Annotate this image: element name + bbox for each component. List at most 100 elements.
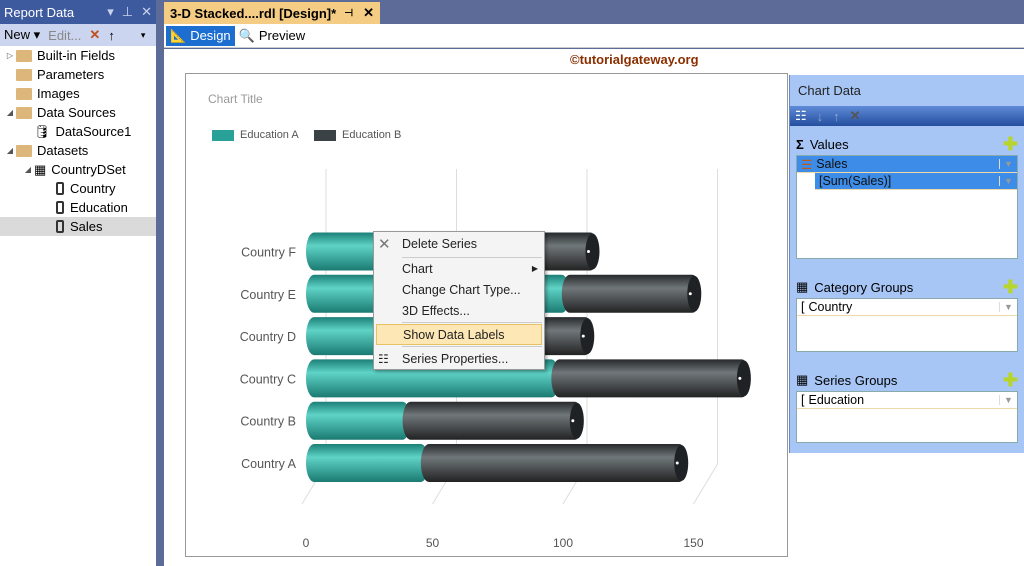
data-point-marker xyxy=(675,461,679,465)
close-icon[interactable]: ✕ xyxy=(141,4,152,20)
properties-icon[interactable]: ☷ xyxy=(795,108,807,124)
category-row[interactable]: [Country ▼ xyxy=(797,299,1017,316)
pin-icon[interactable]: ⊥ xyxy=(122,4,133,20)
move-up-icon[interactable]: ↑ xyxy=(833,109,840,124)
watermark: ©tutorialgateway.org xyxy=(570,52,699,67)
add-series-icon[interactable]: ✚ xyxy=(1003,370,1018,391)
more-icon[interactable]: ▾ xyxy=(141,30,146,41)
data-point-marker xyxy=(571,419,575,423)
value-row[interactable]: ☰ Sales ▼ xyxy=(797,156,1017,173)
category-groups-section: ▦ Category Groups ✚ [Country ▼ xyxy=(796,276,1018,352)
tree-item[interactable]: ◢ ▦ CountryDSet xyxy=(0,160,156,179)
tree-item[interactable]: ◢ Datasets xyxy=(0,141,156,160)
bar-education-a[interactable] xyxy=(306,444,429,482)
gridline xyxy=(693,463,718,505)
menu-chart[interactable]: Chart ▶ xyxy=(374,258,544,279)
pin-icon[interactable]: ⊣ xyxy=(344,8,353,19)
add-category-icon[interactable]: ✚ xyxy=(1003,277,1018,298)
x-tick-label: 100 xyxy=(553,536,573,550)
group-icon: [ xyxy=(801,393,805,407)
new-button[interactable]: New ▾ xyxy=(4,27,40,43)
y-tick-label: Country E xyxy=(240,288,296,302)
bar-education-b[interactable] xyxy=(402,401,583,440)
series-row[interactable]: [Education ▼ xyxy=(797,392,1017,409)
chart-data-title: Chart Data xyxy=(798,83,861,98)
database-icon: 🛢 xyxy=(34,123,51,139)
bar-education-b[interactable] xyxy=(551,359,750,398)
report-data-tree: ▷ Built-in Fields Parameters Images ◢ Data So… xyxy=(0,46,156,236)
x-tick-label: 150 xyxy=(683,536,703,550)
panel-title: Report Data xyxy=(4,4,75,20)
table-icon: ▦ xyxy=(34,161,47,177)
chart-data-toolbar: ☷ ↓ ↑ ✕ xyxy=(790,106,1024,126)
folder-icon xyxy=(16,144,32,157)
field-icon: ☰ xyxy=(801,157,813,172)
properties-icon: ☷ xyxy=(378,351,389,366)
edit-button[interactable]: Edit... xyxy=(48,28,81,43)
report-data-panel: Report Data ▾ ⊥ ✕ New ▾ Edit... ✕ ↑ ▾ ▷ B… xyxy=(0,0,156,566)
expand-icon[interactable]: ◢ xyxy=(4,108,16,117)
tree-item[interactable]: Images xyxy=(0,84,156,103)
splitter[interactable] xyxy=(156,0,164,566)
tab-preview[interactable]: 🔍 Preview xyxy=(235,26,309,46)
folder-icon xyxy=(16,68,32,81)
delete-icon[interactable]: ✕ xyxy=(89,27,100,43)
add-value-icon[interactable]: ✚ xyxy=(1003,134,1018,155)
bar-education-b[interactable] xyxy=(561,274,701,313)
menu-change-chart-type[interactable]: Change Chart Type... xyxy=(374,279,544,300)
x-tick-label: 50 xyxy=(426,536,440,550)
delete-icon: ✕ xyxy=(378,235,391,253)
expand-icon[interactable]: ▷ xyxy=(4,51,16,60)
data-point-marker xyxy=(688,292,692,296)
chart-data-panel: Chart Data ☷ ↓ ↑ ✕ Σ Values ✚ ☰ Sales ▼ [Sum… xyxy=(789,75,1024,453)
folder-icon xyxy=(16,106,32,119)
expand-icon[interactable]: ◢ xyxy=(4,146,16,155)
x-tick-label: 0 xyxy=(303,536,310,550)
data-point-marker xyxy=(581,334,585,338)
menu-3d-effects[interactable]: 3D Effects... xyxy=(374,300,544,321)
move-down-icon[interactable]: ↓ xyxy=(817,109,824,124)
dropdown-icon[interactable]: ▾ xyxy=(107,4,114,20)
series-groups-section: ▦ Series Groups ✚ [Education ▼ xyxy=(796,369,1018,443)
menu-series-properties[interactable]: ☷ Series Properties... xyxy=(374,348,544,369)
submenu-arrow-icon: ▶ xyxy=(531,264,538,273)
panel-toolbar: New ▾ Edit... ✕ ↑ ▾ xyxy=(0,24,156,46)
data-point-marker xyxy=(586,250,590,253)
dropdown-icon: ▼ xyxy=(999,302,1017,312)
tree-item[interactable]: Country xyxy=(0,179,156,198)
close-tab-icon[interactable]: ✕ xyxy=(363,5,374,21)
bar-education-a[interactable] xyxy=(306,401,411,440)
tree-item[interactable]: Sales xyxy=(0,217,156,236)
tree-item[interactable]: ▷ Built-in Fields xyxy=(0,46,156,65)
document-tab[interactable]: 3-D Stacked....rdl [Design]* ⊣ ✕ xyxy=(164,2,380,24)
y-tick-label: Country A xyxy=(241,457,297,471)
tree-item[interactable]: Parameters xyxy=(0,65,156,84)
dropdown-icon: ▼ xyxy=(999,395,1017,405)
tree-item[interactable]: ◢ Data Sources xyxy=(0,103,156,122)
delete-icon[interactable]: ✕ xyxy=(850,108,861,124)
panel-header: Report Data ▾ ⊥ ✕ xyxy=(0,0,156,24)
data-point-marker xyxy=(738,376,742,380)
move-up-icon[interactable]: ↑ xyxy=(108,28,115,43)
tree-item[interactable]: Education xyxy=(0,198,156,217)
y-tick-label: Country C xyxy=(240,372,296,386)
menu-delete-series[interactable]: ✕ Delete Series xyxy=(374,233,544,254)
tree-item[interactable]: 🛢 DataSource1 xyxy=(0,122,156,141)
sigma-icon: Σ xyxy=(796,136,804,152)
y-tick-label: Country F xyxy=(241,246,296,260)
expand-icon[interactable]: ◢ xyxy=(22,165,34,174)
folder-icon xyxy=(16,87,32,100)
values-section: Σ Values ✚ ☰ Sales ▼ [Sum(Sales)] ▼ xyxy=(796,133,1018,259)
field-icon xyxy=(56,220,64,233)
context-menu: ✕ Delete Series Chart ▶ Change Chart Type.… xyxy=(373,231,545,370)
y-tick-label: Country D xyxy=(240,330,296,344)
ruler-icon: 📐 xyxy=(170,27,187,43)
group-icon: [ xyxy=(801,300,805,314)
grid-icon: ▦ xyxy=(796,279,809,294)
field-icon xyxy=(56,182,64,195)
menu-show-data-labels[interactable]: Show Data Labels xyxy=(376,324,542,345)
grid-icon: ▦ xyxy=(796,372,809,387)
bar-education-b[interactable] xyxy=(420,444,688,482)
tab-design[interactable]: 📐 Design xyxy=(166,25,235,46)
value-expression-row[interactable]: [Sum(Sales)] ▼ xyxy=(815,173,1017,190)
